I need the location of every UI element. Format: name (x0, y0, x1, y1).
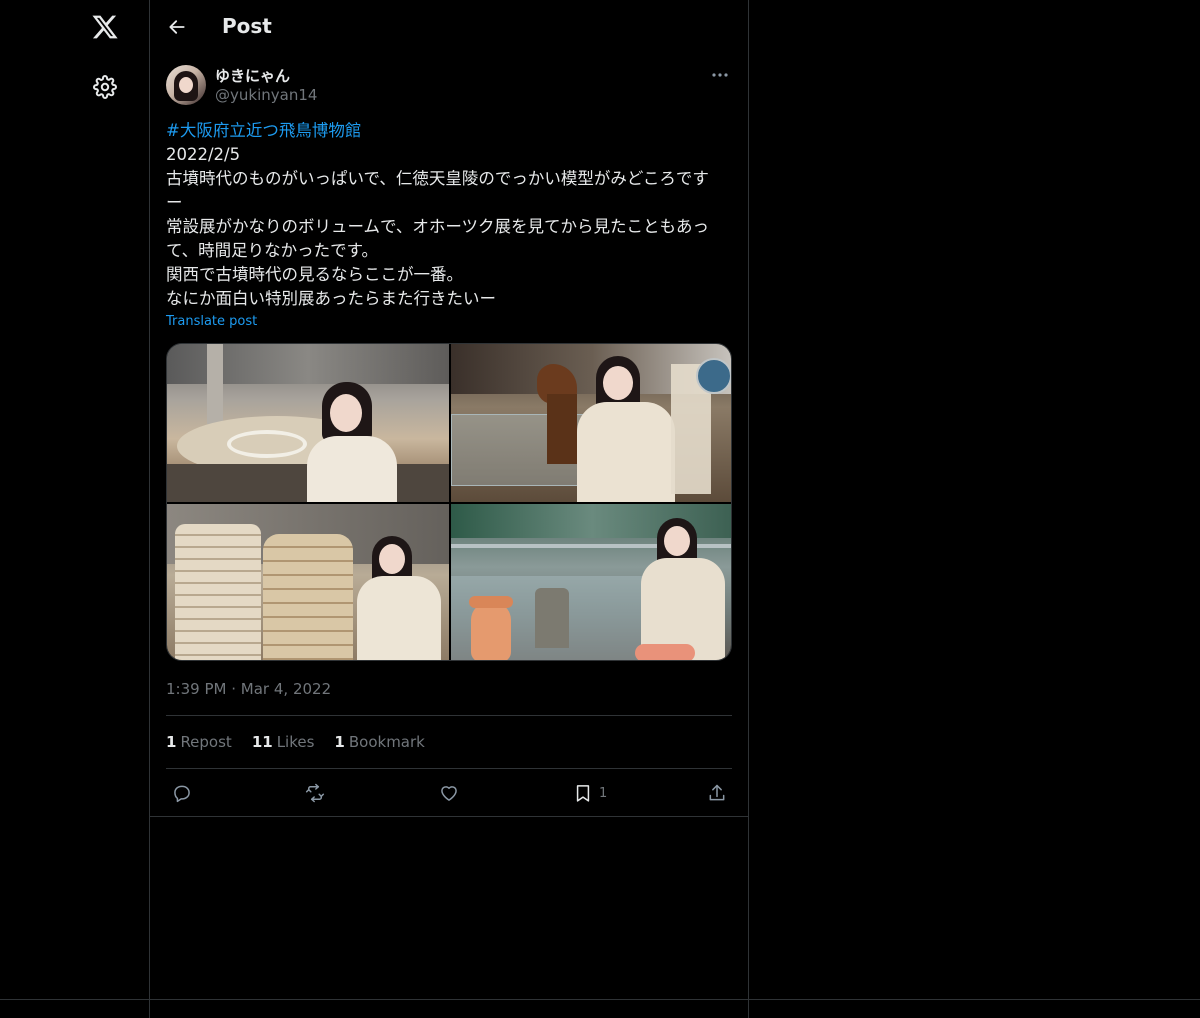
post-stats: 1 Repost 11 Likes 1 Bookmark (166, 733, 425, 751)
divider (166, 715, 732, 716)
main-column: Post ゆきにゃん @yukinyan14 #大阪府立近つ飛鳥博物館 2022… (150, 0, 749, 1018)
post-action-bar: 1 (166, 781, 732, 805)
likes-label: Likes (276, 733, 315, 751)
share-button[interactable] (707, 781, 727, 805)
gear-icon[interactable] (83, 65, 127, 109)
divider (166, 768, 732, 769)
bookmark-icon (576, 785, 590, 802)
page-title: Post (222, 14, 272, 38)
post-text-line: 常設展がかなりのボリュームで、オホーツク展を見てから見たこともあっ (166, 217, 710, 236)
bookmark-count: 1 (599, 785, 608, 801)
reply-button[interactable] (172, 781, 192, 805)
repost-count: 1 (166, 733, 177, 751)
post-hashtag[interactable]: #大阪府立近つ飛鳥博物館 (166, 119, 732, 143)
bookmark-stat-count: 1 (334, 733, 345, 751)
bookmark-label: Bookmark (348, 733, 425, 751)
back-button[interactable] (160, 9, 194, 45)
post-time[interactable]: 1:39 PM (166, 680, 226, 698)
page-header: Post (150, 0, 748, 54)
bookmark-button[interactable]: 1 (573, 781, 607, 805)
bookmark-stat[interactable]: 1 Bookmark (334, 733, 424, 751)
post-text-line: て、時間足りなかったです。 (166, 241, 379, 260)
post-photo-2[interactable] (451, 344, 731, 502)
page: Post ゆきにゃん @yukinyan14 #大阪府立近つ飛鳥博物館 2022… (0, 0, 1200, 1018)
post-text-line: 2022/2/5 (166, 145, 241, 164)
like-button[interactable] (439, 781, 459, 805)
left-nav (0, 0, 150, 1018)
post-photo-1[interactable] (167, 344, 449, 502)
arrow-left-icon (169, 20, 185, 34)
translate-post-link[interactable]: Translate post (166, 314, 257, 329)
post-timestamp: 1:39 PM · Mar 4, 2022 (166, 680, 331, 698)
repost-label: Repost (180, 733, 232, 751)
post-text-line: なにか面白い特別展あったらまた行きたいー (166, 289, 496, 308)
post-date[interactable]: Mar 4, 2022 (241, 680, 331, 698)
avatar[interactable] (166, 65, 206, 105)
heart-icon (441, 786, 457, 801)
more-icon (712, 73, 728, 77)
repost-icon (305, 783, 325, 803)
x-logo-icon[interactable] (83, 5, 127, 49)
more-options-button[interactable] (708, 64, 732, 86)
post-text: #大阪府立近つ飛鳥博物館 2022/2/5 古墳時代のものがいっぱいで、仁徳天皇… (166, 119, 732, 311)
post-photo-4[interactable] (451, 504, 731, 660)
author-handle[interactable]: @yukinyan14 (215, 86, 317, 104)
post-media-grid (166, 343, 732, 661)
post-text-line: ー (166, 193, 183, 212)
post-bottom-border (150, 816, 748, 817)
post-photo-3[interactable] (167, 504, 449, 660)
repost-stat[interactable]: 1 Repost (166, 733, 232, 751)
author-display-name[interactable]: ゆきにゃん (215, 65, 290, 86)
likes-count: 11 (251, 733, 273, 751)
post-text-line: 古墳時代のものがいっぱいで、仁徳天皇陵のでっかい模型がみどころです (166, 169, 709, 188)
likes-stat[interactable]: 11 Likes (252, 733, 315, 751)
bottom-divider (0, 999, 1200, 1000)
share-icon (709, 784, 725, 801)
post-author: ゆきにゃん @yukinyan14 (166, 64, 732, 108)
post-text-line: 関西で古墳時代の見るならここが一番。 (166, 265, 463, 284)
timestamp-separator: · (231, 680, 237, 698)
reply-icon (174, 785, 190, 803)
repost-button[interactable] (304, 781, 326, 805)
